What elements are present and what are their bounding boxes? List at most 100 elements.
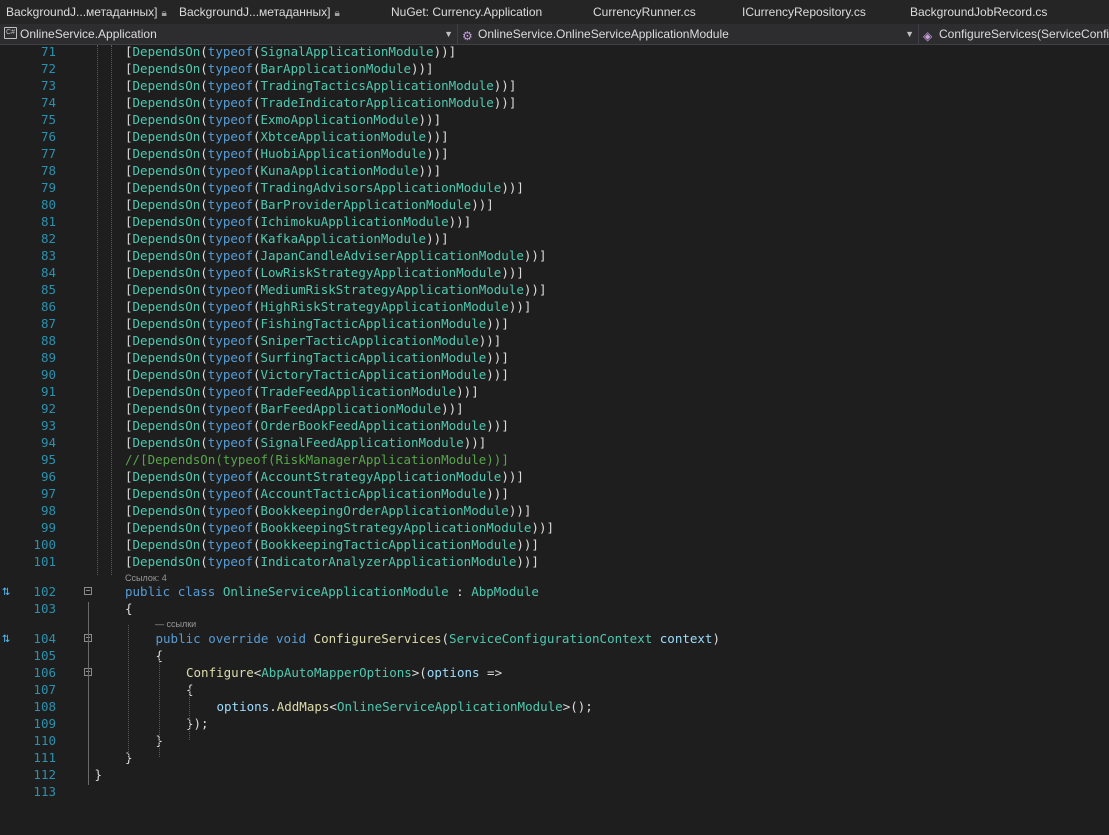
code-line: 78 [DependsOn(typeof(KunaApplicationModul… <box>0 162 1109 179</box>
code-token: IchimokuApplicationModule <box>260 214 449 229</box>
override-glyph-icon[interactable]: ⇅ <box>2 631 10 648</box>
code-line: 81 [DependsOn(typeof(IchimokuApplicationM… <box>0 213 1109 230</box>
code-token: typeof <box>207 520 253 535</box>
code-line: 83 [DependsOn(typeof(JapanCandleAdviserAp… <box>0 247 1109 264</box>
line-number: 78 <box>40 163 56 178</box>
code-editor[interactable]: 71 [DependsOn(typeof(SignalApplicationMod… <box>0 43 1109 835</box>
line-number: 85 <box>40 282 56 297</box>
tab-3[interactable]: CurrencyRunner.cs <box>587 0 736 24</box>
punctuation: ( <box>200 486 208 501</box>
punctuation: ))] <box>523 248 547 263</box>
code-token: DependsOn <box>132 146 201 161</box>
punctuation: ))] <box>531 520 554 535</box>
code-line: 73 [DependsOn(typeof(TradingTacticsApplic… <box>0 77 1109 94</box>
punctuation: [ <box>125 401 133 416</box>
chevron-down-icon: ▼ <box>444 29 453 39</box>
code-line: 97 [DependsOn(typeof(AccountTacticApplica… <box>0 485 1109 502</box>
member-dropdown[interactable]: ◈ ConfigureServices(ServiceConfi <box>919 24 1109 44</box>
line-number: 113 <box>33 784 56 799</box>
class-dropdown[interactable]: ⚙ OnlineService.OnlineServiceApplication… <box>458 24 919 44</box>
punctuation: [ <box>125 333 133 348</box>
line-number: 105 <box>33 648 56 663</box>
punctuation: [ <box>125 146 133 161</box>
code-token: typeof <box>207 350 253 365</box>
code-token: DependsOn <box>132 231 201 246</box>
project-dropdown[interactable]: C# OnlineService.Application ▼ <box>0 24 458 44</box>
code-line: 74 [DependsOn(typeof(TradeIndicatorApplic… <box>0 94 1109 111</box>
code-token: typeof <box>207 418 253 433</box>
punctuation: ( <box>441 631 450 646</box>
override-glyph-icon[interactable]: ⇅ <box>2 584 10 601</box>
code-line: 89 [DependsOn(typeof(SurfingTacticApplica… <box>0 349 1109 366</box>
punctuation: [ <box>125 265 133 280</box>
punctuation: [ <box>125 129 133 144</box>
punctuation: [ <box>125 435 133 450</box>
chevron-down-icon: ▼ <box>905 29 914 39</box>
project-dropdown-label: OnlineService.Application <box>20 27 157 41</box>
punctuation: [ <box>125 469 133 484</box>
code-token: SniperTacticApplicationModule <box>260 333 479 348</box>
tab-4[interactable]: ICurrencyRepository.cs <box>736 0 904 24</box>
punctuation: [ <box>125 78 133 93</box>
line-number: 72 <box>40 61 56 76</box>
code-token: typeof <box>207 316 253 331</box>
line-number: 97 <box>40 486 56 501</box>
fold-toggle-icon[interactable]: − <box>84 587 92 595</box>
punctuation: ( <box>200 214 208 229</box>
code-token: : <box>448 584 472 599</box>
code-text: [DependsOn(typeof(BarApplicationModule))… <box>125 60 434 77</box>
code-line: 95//[DependsOn(typeof(RiskManagerApplica… <box>0 451 1109 468</box>
punctuation: [ <box>125 197 133 212</box>
code-token: AddMaps <box>276 699 330 714</box>
code-token: TradingAdvisorsApplicationModule <box>260 180 502 195</box>
punctuation <box>215 584 223 599</box>
line-number: 87 <box>40 316 56 331</box>
code-text: [DependsOn(typeof(ExmoApplicationModule)… <box>125 111 441 128</box>
punctuation: ( <box>200 78 208 93</box>
code-text: [DependsOn(typeof(SignalApplicationModul… <box>125 43 456 60</box>
indent-guide <box>159 657 160 757</box>
code-token: { <box>125 601 133 616</box>
line-number: 82 <box>40 231 56 246</box>
code-token: typeof <box>207 95 253 110</box>
code-token: KafkaApplicationModule <box>260 231 427 246</box>
punctuation: ))] <box>441 401 464 416</box>
code-text: [DependsOn(typeof(IchimokuApplicationMod… <box>125 213 471 230</box>
tab-2[interactable]: NuGet: Currency.Application <box>385 0 587 24</box>
punctuation: ))] <box>486 452 509 467</box>
class-dropdown-label: OnlineService.OnlineServiceApplicationMo… <box>478 27 729 41</box>
code-line: 112} <box>0 766 1109 783</box>
code-token: typeof <box>207 146 253 161</box>
code-token: DependsOn <box>132 95 201 110</box>
code-token: DependsOn <box>132 486 201 501</box>
tab-label: CurrencyRunner.cs <box>593 5 696 19</box>
code-text: [DependsOn(typeof(FishingTacticApplicati… <box>125 315 509 332</box>
code-token: DependsOn <box>132 469 201 484</box>
punctuation: ))] <box>486 418 509 433</box>
code-token: ServiceConfigurationContext <box>449 631 653 646</box>
code-token: DependsOn <box>132 316 201 331</box>
code-token: } <box>94 767 103 782</box>
tab-1[interactable]: BackgroundJ...метаданных] 🔒︎ <box>173 0 385 24</box>
code-token: typeof <box>207 333 253 348</box>
code-token: AccountTacticApplicationModule <box>260 486 487 501</box>
punctuation: [ <box>125 282 133 297</box>
indent-guide <box>97 45 98 575</box>
code-token: DependsOn <box>132 180 201 195</box>
tab-0[interactable]: BackgroundJ...метаданных] 🔒︎ <box>0 0 173 24</box>
code-line: 103 { <box>0 600 1109 617</box>
code-line: 76 [DependsOn(typeof(XbtceApplicationModu… <box>0 128 1109 145</box>
code-text: [DependsOn(typeof(MediumRiskStrategyAppl… <box>125 281 546 298</box>
code-token: BookkeepingTacticApplicationModule <box>260 537 517 552</box>
punctuation: ))] <box>486 316 509 331</box>
line-number: 112 <box>33 767 56 782</box>
punctuation: ))] <box>508 299 532 314</box>
tab-5[interactable]: BackgroundJobRecord.cs <box>904 0 1109 24</box>
punctuation: ( <box>200 282 208 297</box>
code-token: AccountStrategyApplicationModule <box>260 469 502 484</box>
code-text: [DependsOn(typeof(SniperTacticApplicatio… <box>125 332 501 349</box>
line-number: 89 <box>40 350 56 365</box>
line-number: 76 <box>40 129 56 144</box>
punctuation: ( <box>200 129 208 144</box>
punctuation: . <box>269 699 277 714</box>
